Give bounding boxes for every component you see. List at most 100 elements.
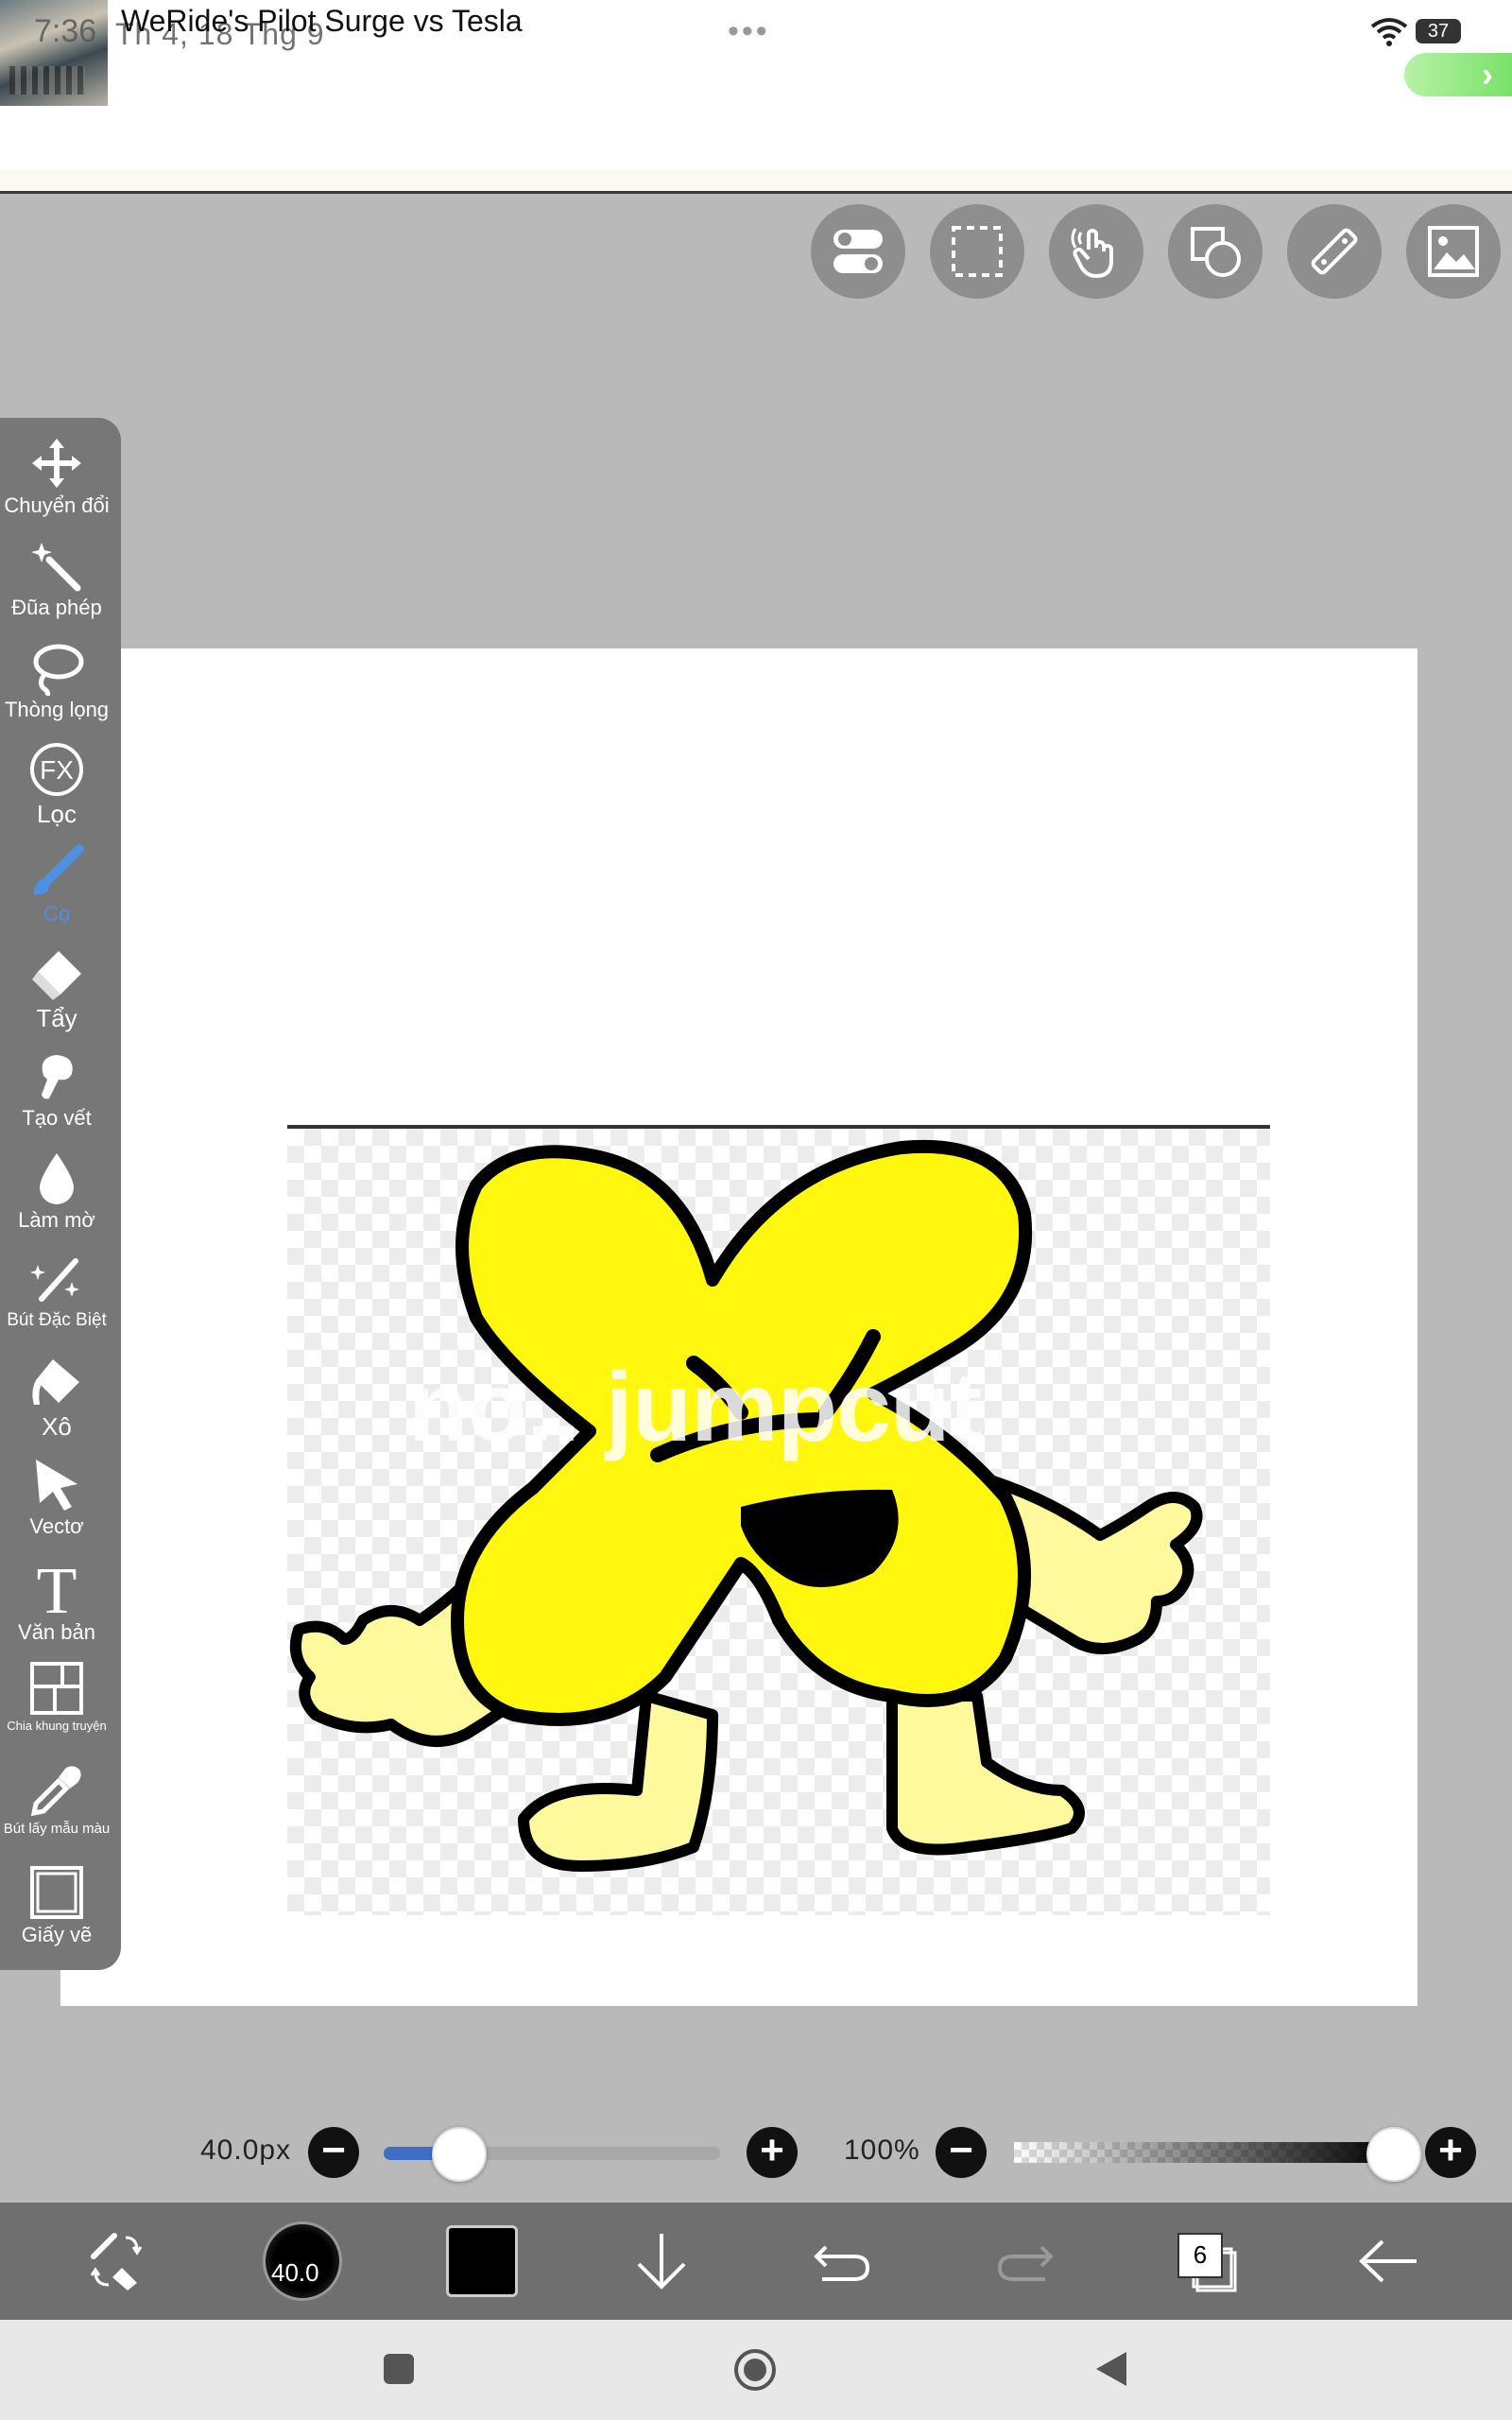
- recents-icon[interactable]: [382, 2352, 416, 2386]
- tool-label: Tạo vết: [22, 1106, 92, 1130]
- yellow-x-character: [290, 1139, 1203, 1872]
- brush-size-button[interactable]: 40.0: [246, 2203, 359, 2320]
- tool-label: Lọc: [37, 800, 77, 828]
- fx-icon: FX: [30, 743, 83, 796]
- undo-icon: [814, 2245, 870, 2281]
- quick-switch-button[interactable]: [60, 2203, 174, 2320]
- eraser-icon: [32, 951, 81, 1000]
- tool-brush[interactable]: Cọ: [0, 843, 113, 926]
- notification-title[interactable]: WeRide's Pilot Surge vs Tesla: [121, 4, 523, 39]
- tool-special-pen[interactable]: Bút Đặc Biệt: [0, 1252, 113, 1331]
- tool-label: Đũa phép: [11, 596, 102, 619]
- tool-label: Tẩy: [36, 1004, 77, 1032]
- tool-transform[interactable]: Chuyển đổi: [0, 435, 113, 518]
- blur-icon: [40, 1153, 74, 1204]
- selection-icon: [952, 226, 1003, 277]
- brush-icon: [34, 844, 84, 895]
- tool-eyedropper[interactable]: Bút lấy mẫu màu: [0, 1762, 113, 1837]
- tool-smudge[interactable]: Tạo vết: [0, 1047, 113, 1131]
- brush-preview: 40.0: [263, 2221, 342, 2301]
- opacity-increase-button[interactable]: +: [1425, 2127, 1476, 2178]
- brush-size-value: 40.0px: [200, 2135, 292, 2166]
- shape-icon: [1191, 227, 1241, 277]
- tool-sidebar: Chuyển đổi Đũa phép Thòng lọng FX Lọc Cọ: [0, 418, 121, 1970]
- tool-text[interactable]: T Văn bản: [0, 1558, 113, 1645]
- size-increase-button[interactable]: +: [747, 2127, 798, 2178]
- tool-eraser[interactable]: Tẩy: [0, 945, 113, 1033]
- opacity-decrease-button[interactable]: −: [936, 2127, 987, 2178]
- back-nav-icon[interactable]: [1094, 2350, 1128, 2388]
- color-button[interactable]: [425, 2203, 539, 2320]
- bucket-icon: [32, 1359, 79, 1405]
- canvas-icon: [30, 1866, 83, 1919]
- tool-canvas[interactable]: Giấy vẽ: [0, 1864, 113, 1947]
- notification-divider: [0, 170, 1512, 191]
- system-nav-bar: [0, 2320, 1512, 2420]
- brush-eraser-switch-icon: [90, 2233, 143, 2290]
- tool-label: Bút Đặc Biệt: [7, 1310, 107, 1330]
- image-icon: [1428, 226, 1479, 277]
- selection-button[interactable]: [930, 204, 1024, 299]
- drawing-canvas[interactable]: no.. jumpcut: [60, 648, 1418, 2006]
- vector-icon: [36, 1460, 77, 1511]
- undo-button[interactable]: [786, 2203, 900, 2320]
- tool-vector[interactable]: Vectơ: [0, 1456, 113, 1539]
- tool-filter[interactable]: FX Lọc: [0, 741, 113, 829]
- special-pen-icon: [30, 1258, 79, 1302]
- arrow-left-icon: [1359, 2239, 1417, 2283]
- status-time: 7:36: [34, 13, 97, 49]
- bottom-toolbar: 40.0: [0, 2203, 1512, 2320]
- text-icon: T: [37, 1558, 77, 1618]
- tool-magic-wand[interactable]: Đũa phép: [0, 537, 113, 620]
- tool-label: Xô: [42, 1412, 72, 1441]
- brush-size-handle[interactable]: [432, 2127, 488, 2182]
- ruler-icon: [1311, 228, 1358, 275]
- tool-label: Thòng lọng: [4, 698, 110, 721]
- fx-glyph: FX: [40, 755, 74, 785]
- hand-icon: [1071, 228, 1113, 278]
- color-swatch: [446, 2225, 518, 2297]
- expand-button[interactable]: ›: [1404, 53, 1512, 96]
- notification-bar[interactable]: 7:36 Th 4, 18 Thg 9 WeRide's Pilot Surge…: [0, 0, 1512, 194]
- eyedropper-icon: [30, 1766, 81, 1817]
- battery-icon: 37: [1416, 19, 1461, 43]
- tool-label: Văn bản: [18, 1620, 95, 1644]
- toggle-icon: [833, 230, 883, 273]
- move-icon: [32, 439, 81, 488]
- lasso-icon: [33, 644, 84, 696]
- brush-opacity-handle[interactable]: [1366, 2127, 1421, 2182]
- gesture-button[interactable]: [1049, 204, 1143, 299]
- tool-blur[interactable]: Làm mờ: [0, 1150, 113, 1233]
- shape-button[interactable]: [1168, 204, 1263, 299]
- tool-label: Làm mờ: [18, 1208, 95, 1232]
- brush-opacity-value: 100%: [844, 2135, 920, 2166]
- panel-icon: [30, 1662, 83, 1715]
- text-glyph: T: [37, 1558, 77, 1618]
- toggle-button[interactable]: [811, 204, 905, 299]
- tool-bucket[interactable]: Xô: [0, 1354, 113, 1442]
- tool-label: Chia khung truyện: [7, 1719, 107, 1733]
- brush-size-label: 40.0: [271, 2258, 319, 2287]
- chevron-right-icon: ›: [1482, 55, 1493, 94]
- ruler-button[interactable]: [1287, 204, 1382, 299]
- arrow-down-icon: [637, 2234, 686, 2290]
- redo-button[interactable]: [968, 2203, 1081, 2320]
- more-options-icon[interactable]: •••: [728, 13, 770, 50]
- tool-label: Cọ: [43, 902, 71, 925]
- download-button[interactable]: [605, 2203, 718, 2320]
- home-icon[interactable]: [733, 2348, 777, 2392]
- tool-label: Chuyển đổi: [4, 493, 110, 517]
- tool-panel-divider[interactable]: Chia khung truyện: [0, 1660, 113, 1733]
- tool-label: Vectơ: [29, 1514, 84, 1538]
- layer-count: 6: [1177, 2233, 1223, 2278]
- magic-wand-icon: [31, 543, 81, 592]
- brush-opacity-slider[interactable]: [1014, 2142, 1392, 2163]
- tool-label: Bút lấy mẫu màu: [3, 1821, 111, 1837]
- tool-label: Giấy vẽ: [21, 1923, 93, 1946]
- size-decrease-button[interactable]: −: [308, 2127, 359, 2178]
- tool-lasso[interactable]: Thòng lọng: [0, 639, 113, 722]
- wifi-icon: [1370, 18, 1408, 46]
- back-button[interactable]: [1332, 2203, 1446, 2320]
- reference-image-button[interactable]: [1406, 204, 1501, 299]
- smudge-icon: [42, 1055, 73, 1099]
